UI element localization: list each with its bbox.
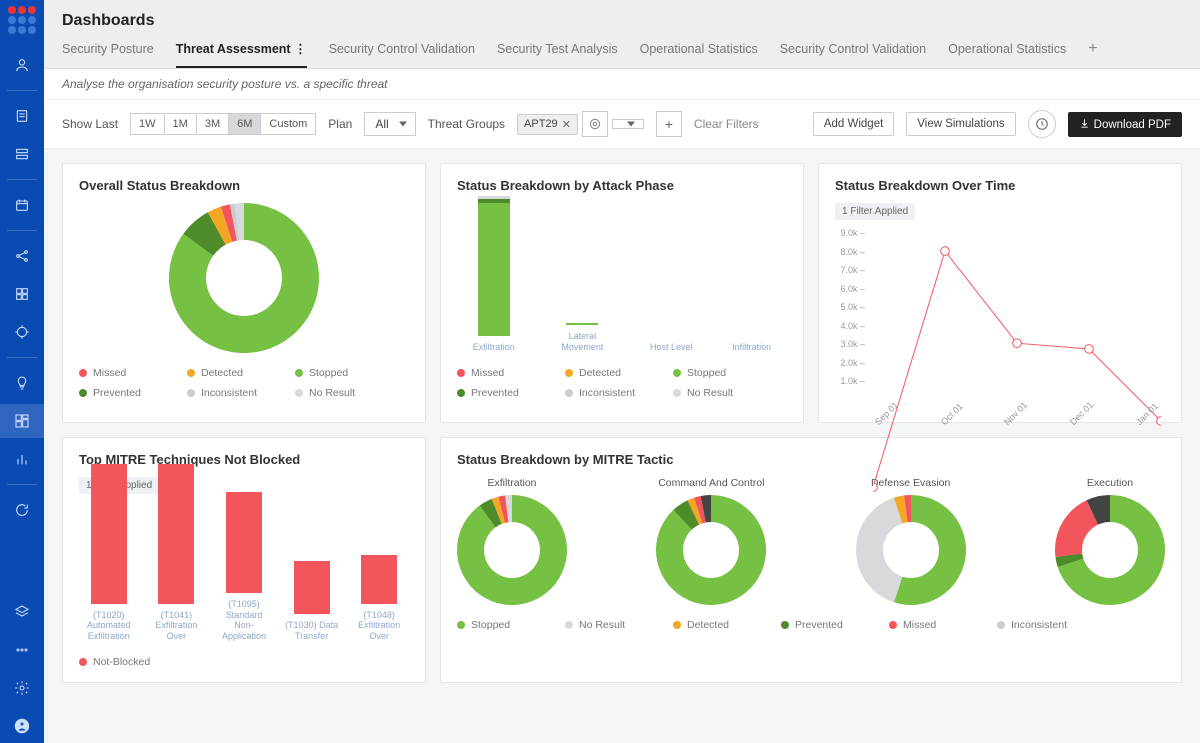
tab-security-posture[interactable]: Security Posture <box>62 42 154 66</box>
plan-label: Plan <box>328 117 352 131</box>
legend: Missed Detected Stopped Prevented Inconsiste… <box>457 367 787 399</box>
threat-settings-button[interactable] <box>582 111 608 137</box>
card-mitre-not-blocked: Top MITRE Techniques Not Blocked 1 Filte… <box>62 437 426 683</box>
legend-item: Missed <box>457 367 537 379</box>
nav-doc-icon[interactable] <box>0 99 44 133</box>
legend: Stopped No Result Detected Prevented Missed I… <box>457 619 1165 631</box>
legend-item: Stopped <box>673 367 753 379</box>
card-over-time: Status Breakdown Over Time 1 Filter Appl… <box>818 163 1182 423</box>
tabs: Security Posture Threat Assessment ⋮ Secur… <box>62 40 1182 68</box>
range-segmented: 1W1M3M6MCustom <box>130 113 316 135</box>
page-title: Dashboards <box>62 12 1182 30</box>
legend-item: No Result <box>295 387 375 399</box>
range-6m[interactable]: 6M <box>229 113 261 135</box>
nav-stack-icon[interactable] <box>0 137 44 171</box>
legend-item: Inconsistent <box>997 619 1077 631</box>
legend: Not-Blocked <box>79 656 409 668</box>
card-overall-status: Overall Status Breakdown Missed Detected S… <box>62 163 426 423</box>
legend-item: Prevented <box>79 387 159 399</box>
nav-target-icon[interactable] <box>0 315 44 349</box>
clear-filters-button[interactable]: Clear Filters <box>694 117 759 131</box>
download-pdf-button[interactable]: Download PDF <box>1068 112 1182 137</box>
legend-item: Inconsistent <box>565 387 645 399</box>
overall-donut-chart <box>169 203 319 353</box>
phase-bar-chart: ExfiltrationLateral MovementHost LevelIn… <box>457 203 787 353</box>
legend-item: Missed <box>79 367 159 379</box>
legend-item: Detected <box>187 367 267 379</box>
legend-item: Prevented <box>457 387 537 399</box>
line-chart: 9.0k –8.0k –7.0k –6.0k –5.0k –4.0k –3.0k… <box>835 228 1165 408</box>
threat-group-chip[interactable]: APT29✕ <box>517 114 578 135</box>
range-1w[interactable]: 1W <box>130 113 165 135</box>
nav-chart-icon[interactable] <box>0 442 44 476</box>
show-last-label: Show Last <box>62 117 118 131</box>
tab-operational-statistics[interactable]: Operational Statistics <box>640 42 758 66</box>
tab-subtitle: Analyse the organisation security postur… <box>44 69 1200 100</box>
card-by-phase: Status Breakdown by Attack Phase Exfiltr… <box>440 163 804 423</box>
filter-bar: Show Last 1W1M3M6MCustom Plan All Threat… <box>44 100 1200 149</box>
nav-refresh-icon[interactable] <box>0 493 44 527</box>
nav-more-icon[interactable] <box>0 633 44 667</box>
history-button[interactable] <box>1028 110 1056 138</box>
card-title: Status Breakdown Over Time <box>835 178 1165 193</box>
tab-operational-statistics[interactable]: Operational Statistics <box>948 42 1066 66</box>
legend-item: Inconsistent <box>187 387 267 399</box>
plan-select[interactable]: All <box>364 112 415 136</box>
nav-bulb-icon[interactable] <box>0 366 44 400</box>
add-widget-button[interactable]: Add Widget <box>813 112 894 136</box>
view-simulations-button[interactable]: View Simulations <box>906 112 1015 136</box>
filter-badge: 1 Filter Applied <box>835 203 915 220</box>
range-custom[interactable]: Custom <box>261 113 316 135</box>
tab-threat-assessment[interactable]: Threat Assessment ⋮ <box>176 41 307 68</box>
page-header: Dashboards Security Posture Threat Assess… <box>44 0 1200 69</box>
legend-item: Detected <box>565 367 645 379</box>
nav-grid-icon[interactable] <box>0 277 44 311</box>
legend-item: Missed <box>889 619 969 631</box>
range-3m[interactable]: 3M <box>197 113 229 135</box>
range-1m[interactable]: 1M <box>165 113 197 135</box>
nav-avatar-icon[interactable] <box>0 709 44 743</box>
side-nav <box>0 0 44 743</box>
close-icon[interactable]: ✕ <box>562 118 571 131</box>
threat-groups-label: Threat Groups <box>428 117 505 131</box>
legend-item: Stopped <box>457 619 537 631</box>
nav-share-icon[interactable] <box>0 239 44 273</box>
legend-item: Stopped <box>295 367 375 379</box>
mitre-bar-chart: (T1020) Automated Exfiltration(T1041) Ex… <box>79 502 409 642</box>
tab-security-test-analysis[interactable]: Security Test Analysis <box>497 42 618 66</box>
legend-item: Detected <box>673 619 753 631</box>
tab-security-control-validation[interactable]: Security Control Validation <box>780 42 926 66</box>
nav-layers-icon[interactable] <box>0 595 44 629</box>
tab-security-control-validation[interactable]: Security Control Validation <box>329 42 475 66</box>
nav-dashboard-icon[interactable] <box>0 404 44 438</box>
add-tab-button[interactable]: + <box>1088 40 1097 68</box>
app-logo[interactable] <box>8 6 36 34</box>
threat-dropdown[interactable] <box>612 119 644 129</box>
legend: Missed Detected Stopped Prevented Inconsiste… <box>79 367 409 399</box>
nav-calendar-icon[interactable] <box>0 188 44 222</box>
add-filter-button[interactable]: + <box>656 111 682 137</box>
card-title: Status Breakdown by Attack Phase <box>457 178 787 193</box>
legend-item: No Result <box>673 387 753 399</box>
legend-item: No Result <box>565 619 645 631</box>
nav-user-icon[interactable] <box>0 48 44 82</box>
nav-gear-icon[interactable] <box>0 671 44 705</box>
legend-item: Prevented <box>781 619 861 631</box>
card-title: Overall Status Breakdown <box>79 178 409 193</box>
